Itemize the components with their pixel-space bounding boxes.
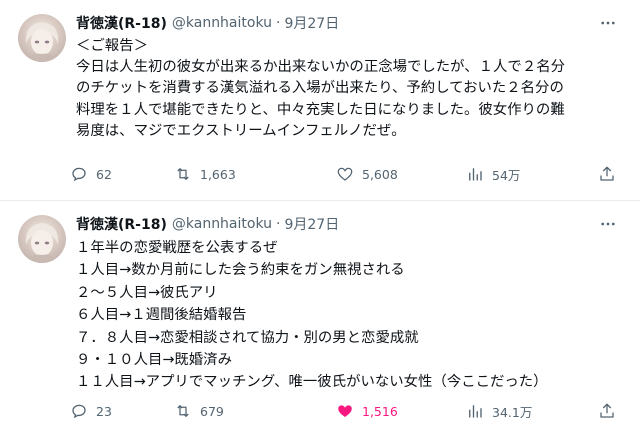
tweet-header: 背徳漢(R-18) @kannhaitoku · 9月27日 <box>76 12 339 34</box>
author-name[interactable]: 背徳漢(R-18) <box>76 13 167 33</box>
share-icon <box>600 166 614 181</box>
retweet-count: 1,663 <box>200 166 236 182</box>
tweet[interactable]: 背徳漢(R-18) @kannhaitoku · 9月27日 ＜ご報告＞ 今日は… <box>0 0 640 200</box>
like-count: 5,608 <box>362 166 398 182</box>
more-icon <box>601 21 615 25</box>
reply-icon <box>72 167 86 182</box>
share-icon <box>600 403 614 418</box>
more-icon <box>601 222 615 226</box>
heart-filled-icon <box>338 405 352 417</box>
tweet-text-line: 料理を１人で堪能できたりと、中々充実した日になりました。彼女作りの難 <box>76 101 565 118</box>
like-button[interactable]: 5,608 <box>336 165 398 183</box>
separator-dot: · <box>276 15 281 31</box>
tweet-text-line: ７．８人目→恋愛相談されて協力・別の男と恋愛成就 <box>76 329 419 346</box>
tweet-text-line: １人目→数か月前にした会う約束をガン無視される <box>76 262 405 279</box>
tweet-text-line: のチケットを消費する漢気溢れる入場が出来たり、予約しておいた２名分の <box>76 80 564 97</box>
analytics-icon <box>469 405 482 418</box>
more-options-button[interactable] <box>594 213 622 235</box>
reply-button[interactable]: 62 <box>70 165 112 183</box>
author-avatar[interactable] <box>18 14 66 62</box>
view-count: 34.1万 <box>492 404 533 420</box>
more-options-button[interactable] <box>594 12 622 34</box>
tweet-actions: 23 679 1,516 34.1万 <box>70 399 630 423</box>
retweet-button[interactable]: 1,663 <box>174 165 236 183</box>
views-button[interactable]: 54万 <box>466 165 520 184</box>
reply-button[interactable]: 23 <box>70 402 112 420</box>
heart-outline-icon <box>337 167 353 181</box>
retweet-icon <box>177 168 189 180</box>
tweet-text-line: ２～５人目→彼氏アリ <box>76 284 218 301</box>
avatar-image <box>25 22 59 62</box>
view-count: 54万 <box>492 167 521 183</box>
tweet[interactable]: 背徳漢(R-18) @kannhaitoku · 9月27日 １年半の恋愛戦歴を… <box>0 201 640 441</box>
like-count: 1,516 <box>362 403 398 419</box>
retweet-count: 679 <box>200 403 224 419</box>
reply-icon <box>72 404 86 419</box>
tweet-text-line: １１人目→アプリでマッチング、唯一彼氏がいない女性（今ここだった） <box>76 374 548 391</box>
tweet-text: １年半の恋愛戦歴を公表するぜ １人目→数か月前にした会う約束をガン無視される ２… <box>76 237 632 394</box>
tweet-text-line: 今日は人生初の彼女が出来るか出来ないかの正念場でしたが、１人で２名分 <box>76 59 565 76</box>
avatar-image <box>25 223 59 263</box>
share-button[interactable] <box>598 402 616 420</box>
separator-dot: · <box>276 216 281 232</box>
tweet-date[interactable]: 9月27日 <box>284 214 339 234</box>
tweet-text-line: 易度は、マジでエクストリームインフェルノだぜ。 <box>76 122 406 139</box>
views-button[interactable]: 34.1万 <box>466 402 532 421</box>
reply-count: 62 <box>96 166 112 182</box>
tweet-text-line: ９・１０人目→既婚済み <box>76 351 232 368</box>
tweet-header: 背徳漢(R-18) @kannhaitoku · 9月27日 <box>76 213 339 235</box>
tweet-text-line: ＜ご報告＞ <box>76 38 148 54</box>
tweet-text: ＜ご報告＞ 今日は人生初の彼女が出来るか出来ないかの正念場でしたが、１人で２名分… <box>76 36 632 142</box>
retweet-button[interactable]: 679 <box>174 402 224 420</box>
like-button[interactable]: 1,516 <box>336 402 398 420</box>
share-button[interactable] <box>598 165 616 183</box>
author-handle[interactable]: @kannhaitoku <box>172 15 272 31</box>
author-avatar[interactable] <box>18 215 66 263</box>
author-handle[interactable]: @kannhaitoku <box>172 216 272 232</box>
tweet-text-line: １年半の恋愛戦歴を公表するぜ <box>76 240 278 256</box>
tweet-date[interactable]: 9月27日 <box>284 13 339 33</box>
author-name[interactable]: 背徳漢(R-18) <box>76 214 167 234</box>
tweet-actions: 62 1,663 5,608 54万 <box>70 162 630 186</box>
reply-count: 23 <box>96 403 112 419</box>
analytics-icon <box>469 168 482 181</box>
tweet-text-line: ６人目→１週間後結婚報告 <box>76 307 247 324</box>
retweet-icon <box>177 405 189 417</box>
